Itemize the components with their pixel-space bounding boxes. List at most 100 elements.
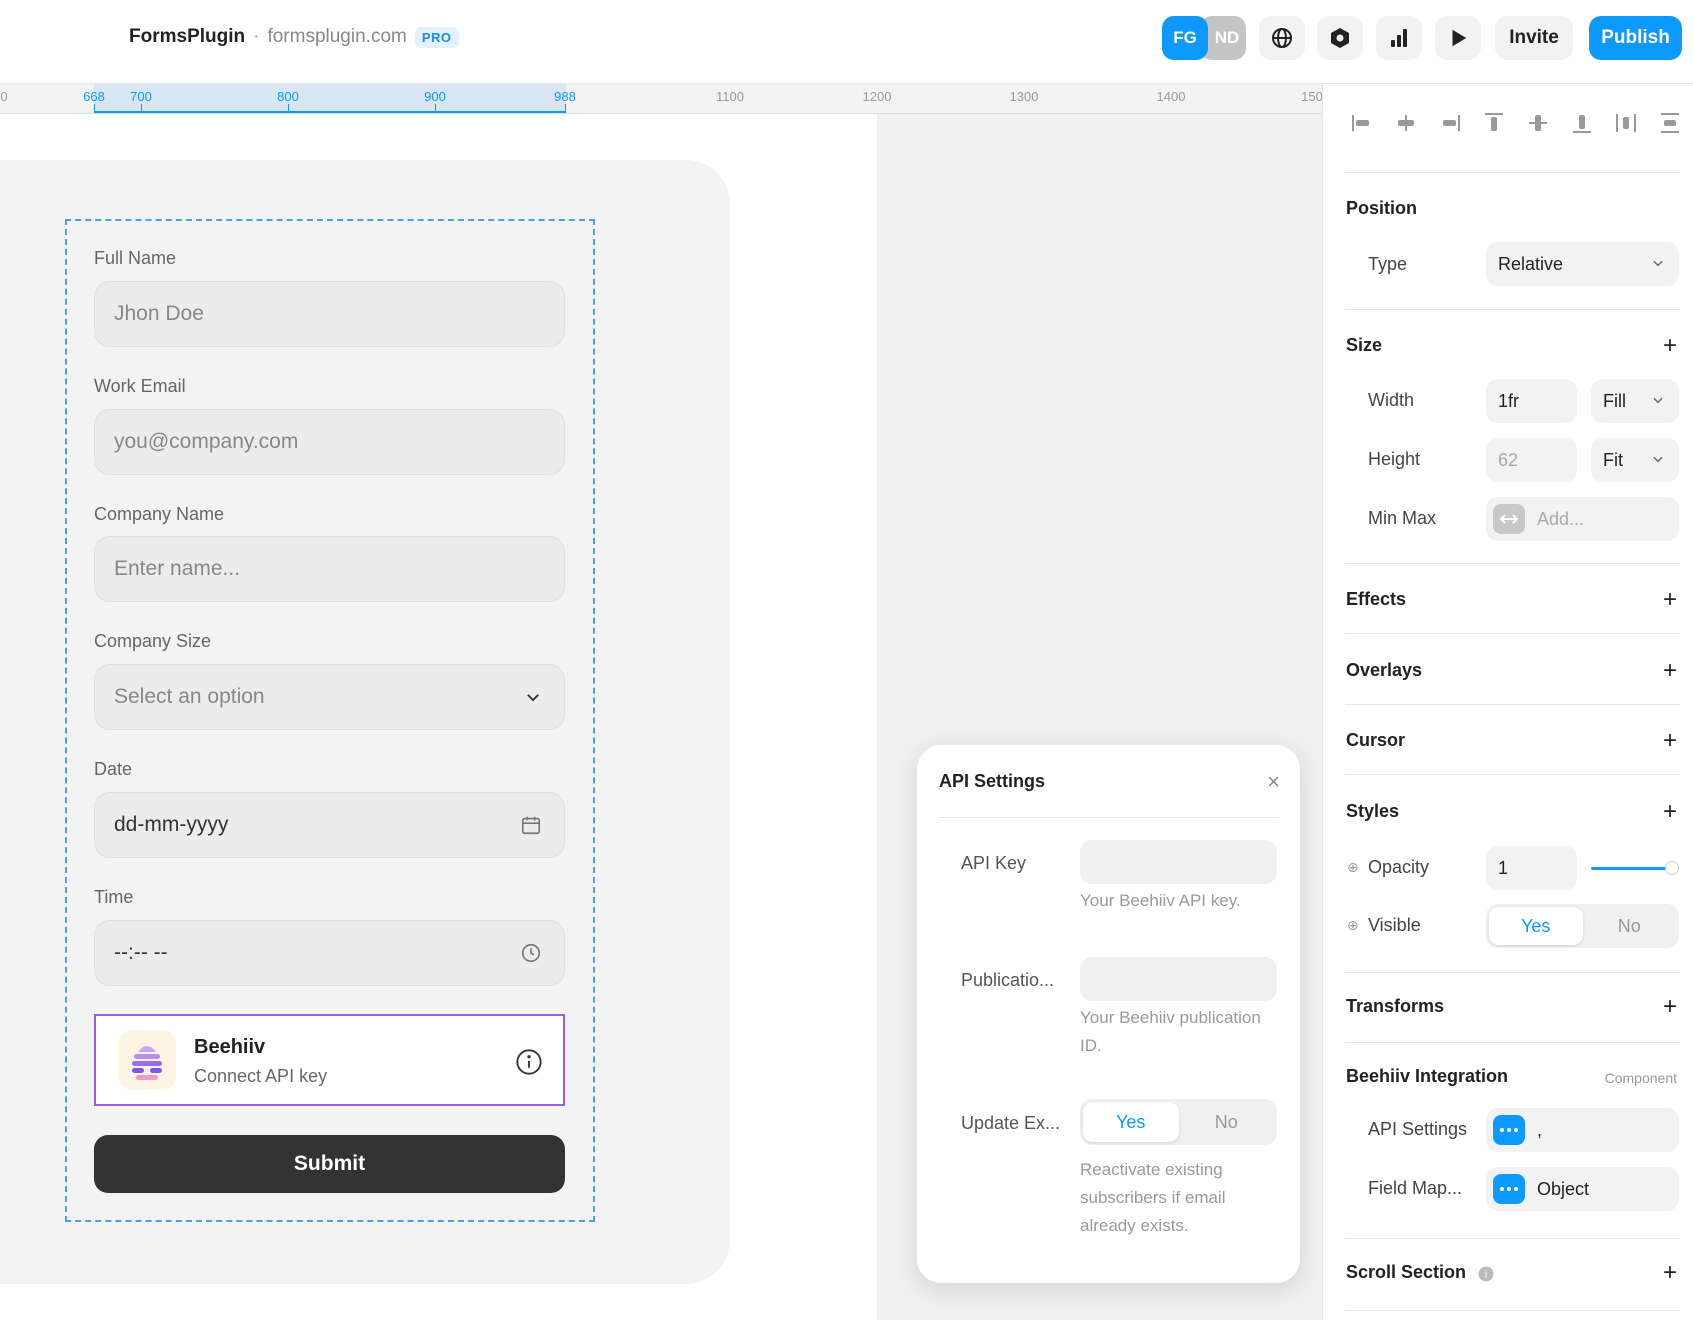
align-right-icon[interactable] (1436, 111, 1464, 135)
opacity-slider-handle[interactable] (1665, 861, 1679, 875)
add-transform-icon[interactable]: + (1663, 995, 1677, 1019)
align-bottom-icon[interactable] (1568, 111, 1596, 135)
width-input[interactable]: 1fr (1486, 379, 1577, 423)
brand-domain[interactable]: formsplugin.com (267, 26, 406, 48)
opacity-label-text: Opacity (1368, 857, 1430, 877)
field-map-field[interactable]: Object (1486, 1167, 1679, 1211)
beehiiv-logo (118, 1030, 176, 1090)
properties-panel: Position Type Relative Size + Width 1fr … (1322, 84, 1693, 1320)
help-icon[interactable]: i (1477, 1265, 1495, 1283)
date-input[interactable]: dd-mm-yyyy (94, 792, 565, 858)
info-icon[interactable] (515, 1048, 543, 1076)
align-center-v-icon[interactable] (1524, 111, 1552, 135)
work-email-input[interactable]: you@company.com (94, 409, 565, 475)
add-cursor-icon[interactable]: + (1663, 729, 1677, 753)
width-mode-value: Fill (1603, 390, 1626, 411)
more-icon[interactable] (1493, 1115, 1525, 1145)
close-icon[interactable]: × (1267, 769, 1280, 795)
full-name-placeholder: Jhon Doe (114, 302, 204, 325)
panel-divider (1345, 972, 1680, 973)
add-style-icon[interactable]: + (1663, 800, 1677, 824)
brand-name[interactable]: FormsPlugin (129, 26, 245, 48)
publication-help: Your Beehiiv publication ID. (1080, 1008, 1261, 1055)
add-visible-icon[interactable]: ⊕ (1347, 917, 1359, 934)
component-tag: Component (1604, 1070, 1677, 1086)
overlays-heading: Overlays (1346, 660, 1423, 680)
visible-yes-option[interactable]: Yes (1489, 907, 1583, 945)
analytics-button[interactable] (1376, 16, 1422, 60)
settings-button[interactable] (1317, 16, 1363, 60)
height-input[interactable]: 62 (1486, 438, 1577, 482)
avatar[interactable]: FG (1162, 16, 1208, 60)
update-yes-option[interactable]: Yes (1083, 1102, 1179, 1142)
full-name-label: Full Name (94, 248, 177, 268)
ruler-tick: 800 (277, 89, 299, 104)
publish-button[interactable]: Publish (1589, 16, 1682, 60)
company-size-select[interactable]: Select an option (94, 664, 565, 730)
beehiiv-integration-card[interactable]: Beehiiv Connect API key (94, 1014, 565, 1106)
update-no-option[interactable]: No (1179, 1102, 1275, 1142)
cursor-heading: Cursor (1346, 730, 1406, 750)
add-opacity-icon[interactable]: ⊕ (1347, 859, 1359, 876)
add-overlay-icon[interactable]: + (1663, 659, 1677, 683)
preview-button[interactable] (1435, 16, 1481, 60)
ruler-mark (94, 104, 95, 113)
visible-toggle[interactable]: Yes No (1486, 904, 1679, 948)
pro-badge: PRO (414, 26, 459, 48)
api-key-help: Your Beehiiv API key. (1080, 891, 1241, 910)
ruler-tick: 668 (83, 89, 105, 104)
publication-id-input[interactable] (1080, 957, 1277, 1001)
settings-hex-icon (1331, 28, 1349, 48)
opacity-slider-track[interactable] (1591, 867, 1673, 870)
position-type-select[interactable]: Relative (1486, 242, 1679, 286)
update-existing-label: Update Ex... (961, 1113, 1061, 1133)
ruler-tick: 150 (1301, 89, 1323, 104)
visible-no-option[interactable]: No (1583, 907, 1677, 945)
integration-title: Beehiiv (194, 1036, 266, 1058)
align-left-icon[interactable] (1348, 111, 1376, 135)
add-scroll-section-icon[interactable]: + (1663, 1261, 1677, 1285)
calendar-icon[interactable] (520, 814, 542, 836)
ruler-mark (141, 104, 142, 113)
chevron-down-icon (527, 694, 539, 702)
company-name-input[interactable]: Enter name... (94, 536, 565, 602)
height-mode-value: Fit (1603, 449, 1623, 470)
position-heading: Position (1346, 198, 1417, 218)
effects-heading: Effects (1346, 589, 1407, 609)
api-key-label: API Key (961, 853, 1027, 873)
ruler-selection (94, 84, 566, 113)
add-size-icon[interactable]: + (1663, 334, 1677, 358)
time-input[interactable]: --:-- -- (94, 920, 565, 986)
more-icon[interactable] (1493, 1174, 1525, 1204)
canvas[interactable]: Full Name Jhon Doe Work Email you@compan… (0, 114, 1322, 1320)
globe-button[interactable] (1259, 16, 1305, 60)
panel-divider (1345, 633, 1680, 634)
align-top-icon[interactable] (1480, 111, 1508, 135)
minmax-input[interactable]: Add... (1486, 497, 1679, 541)
chevron-down-icon (1653, 260, 1663, 267)
transforms-heading: Transforms (1346, 996, 1445, 1016)
full-name-input[interactable]: Jhon Doe (94, 281, 565, 347)
width-mode-select[interactable]: Fill (1591, 379, 1679, 423)
distribute-horizontal-icon[interactable] (1612, 111, 1640, 135)
add-effect-icon[interactable]: + (1663, 588, 1677, 612)
app-window: FormsPlugin · formsplugin.com PRO FG ND … (0, 0, 1693, 1320)
height-mode-select[interactable]: Fit (1591, 438, 1679, 482)
popup-divider (939, 817, 1278, 818)
opacity-input[interactable]: 1 (1486, 846, 1577, 890)
submit-button[interactable]: Submit (94, 1135, 565, 1193)
clock-icon[interactable] (520, 942, 542, 964)
api-settings-field[interactable]: , (1486, 1108, 1679, 1152)
api-key-input[interactable] (1080, 840, 1277, 884)
brand: FormsPlugin · formsplugin.com PRO (129, 26, 459, 48)
ruler-tick: 900 (424, 89, 446, 104)
date-label: Date (94, 759, 133, 779)
collaborator-avatars[interactable]: FG ND (1162, 16, 1246, 60)
update-existing-toggle[interactable]: Yes No (1080, 1099, 1277, 1145)
distribute-vertical-icon[interactable] (1656, 111, 1684, 135)
time-label: Time (94, 887, 134, 907)
align-center-h-icon[interactable] (1392, 111, 1420, 135)
alignment-toolbar (1348, 111, 1684, 135)
analytics-icon (1391, 29, 1407, 47)
invite-button[interactable]: Invite (1495, 16, 1573, 60)
